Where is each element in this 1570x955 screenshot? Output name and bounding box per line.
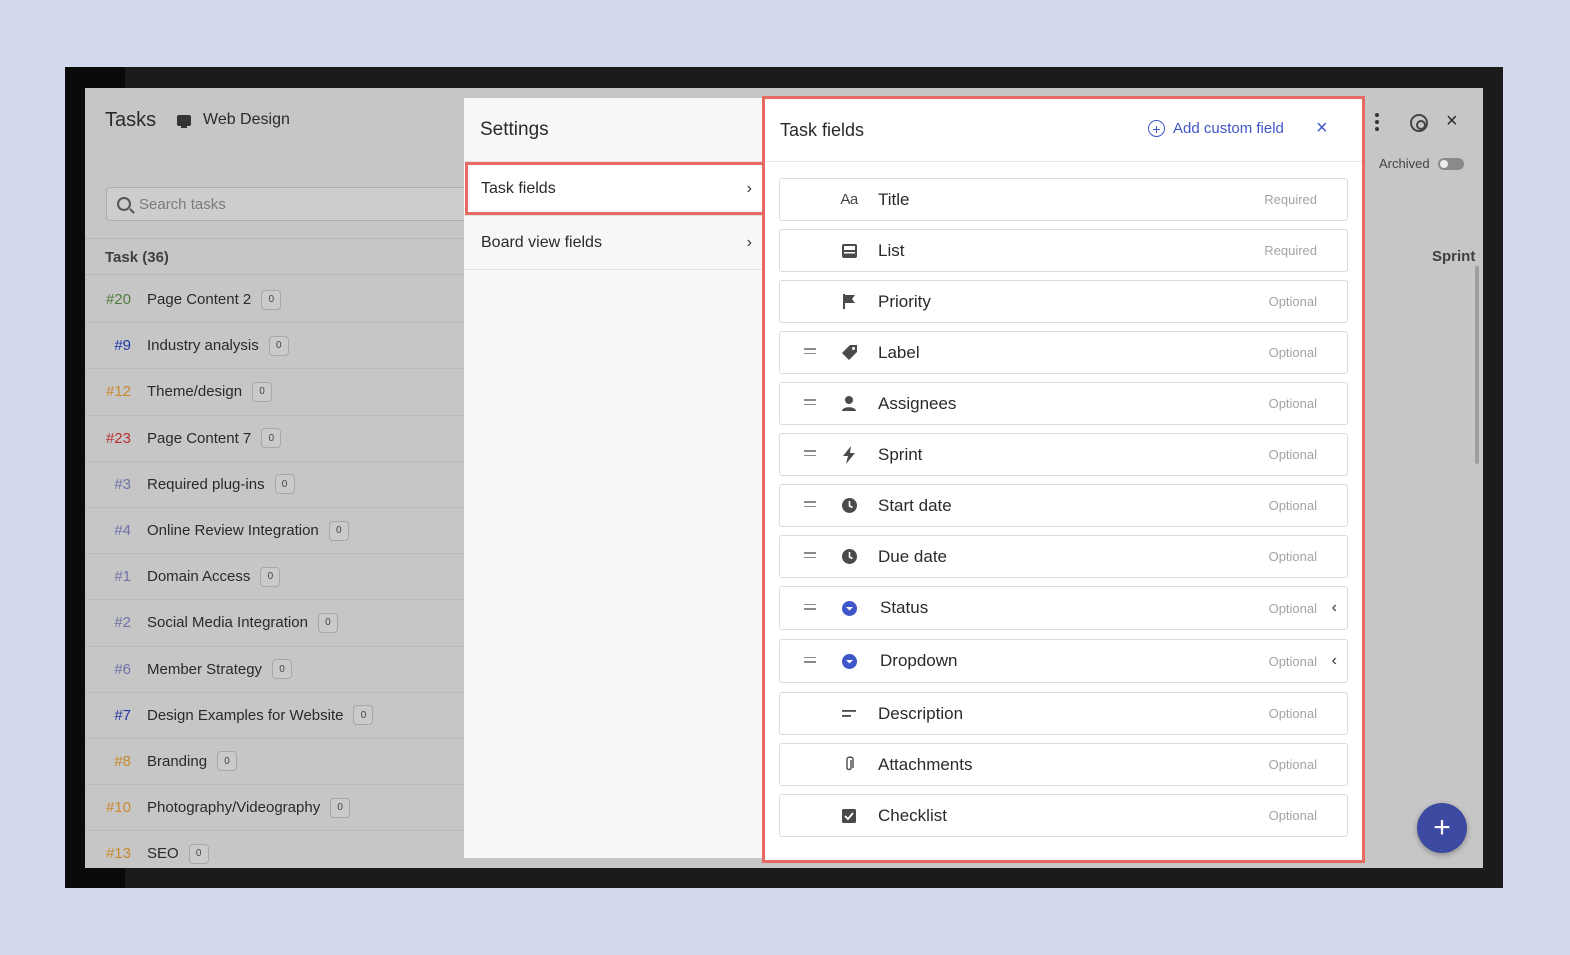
task-name: Member Strategy bbox=[147, 660, 263, 678]
task-row[interactable]: #10 Photography/Videography 0 bbox=[85, 785, 465, 832]
archived-toggle[interactable]: Archived bbox=[1379, 156, 1464, 171]
app-title: Tasks bbox=[105, 109, 157, 131]
project-name: Web Design bbox=[203, 111, 290, 128]
task-row[interactable]: #1 Domain Access 0 bbox=[85, 554, 465, 601]
task-name: Online Review Integration bbox=[147, 522, 319, 540]
settings-title: Settings bbox=[480, 119, 549, 140]
gear-icon[interactable] bbox=[1410, 114, 1428, 132]
monitor-icon bbox=[177, 114, 191, 128]
comment-count-badge: 0 bbox=[274, 474, 295, 495]
task-name: Page Content 7 bbox=[147, 429, 252, 447]
project-selector[interactable]: Web Design bbox=[177, 111, 290, 129]
highlight-panel bbox=[762, 96, 1365, 863]
task-number: #8 bbox=[114, 752, 131, 770]
task-row[interactable]: #12 Theme/design 0 bbox=[85, 369, 465, 416]
task-name: Branding bbox=[147, 752, 208, 770]
comment-count-badge: 0 bbox=[317, 612, 338, 633]
task-number: #3 bbox=[114, 475, 131, 493]
chevron-right-icon: › bbox=[746, 233, 752, 251]
toggle-switch[interactable] bbox=[1437, 157, 1464, 170]
comment-count-badge: 0 bbox=[353, 705, 374, 726]
task-name: SEO bbox=[147, 845, 179, 863]
settings-item-board-view-fields[interactable]: Board view fields › bbox=[464, 216, 764, 270]
task-number: #1 bbox=[114, 568, 131, 586]
task-row[interactable]: #3 Required plug-ins 0 bbox=[85, 462, 465, 508]
settings-item-label: Board view fields bbox=[481, 233, 602, 251]
task-count-header: Task (36) bbox=[105, 249, 169, 266]
task-number: #23 bbox=[105, 429, 131, 447]
task-row[interactable]: #23 Page Content 7 0 bbox=[85, 416, 465, 462]
comment-count-badge: 0 bbox=[188, 843, 209, 864]
search-icon bbox=[117, 197, 131, 211]
task-name: Photography/Videography bbox=[147, 799, 321, 817]
task-name: Required plug-ins bbox=[147, 475, 265, 493]
task-row[interactable]: #2 Social Media Integration 0 bbox=[85, 600, 465, 647]
comment-count-badge: 0 bbox=[217, 751, 238, 772]
column-header-sprint[interactable]: Sprint bbox=[1432, 248, 1475, 265]
comment-count-badge: 0 bbox=[260, 566, 281, 587]
highlight-task-fields bbox=[465, 162, 765, 215]
task-number: #20 bbox=[105, 291, 131, 309]
comment-count-badge: 0 bbox=[268, 335, 289, 356]
task-row[interactable]: #4 Online Review Integration 0 bbox=[85, 508, 465, 555]
add-task-button[interactable]: + bbox=[1417, 803, 1467, 853]
task-row[interactable]: #9 Industry analysis 0 bbox=[85, 323, 465, 370]
task-row[interactable]: #6 Member Strategy 0 bbox=[85, 647, 465, 693]
task-row[interactable]: #20 Page Content 2 0 bbox=[85, 277, 465, 324]
task-name: Social Media Integration bbox=[147, 614, 308, 632]
task-name: Industry analysis bbox=[147, 337, 259, 355]
task-name: Design Examples for Website bbox=[147, 706, 344, 724]
comment-count-badge: 0 bbox=[328, 520, 349, 541]
task-number: #6 bbox=[114, 660, 131, 678]
comment-count-badge: 0 bbox=[272, 659, 293, 680]
task-number: #7 bbox=[114, 706, 131, 724]
task-column-header: Task (36) bbox=[85, 238, 465, 275]
comment-count-badge: 0 bbox=[330, 797, 351, 818]
task-number: #10 bbox=[105, 799, 131, 817]
task-list: #20 Page Content 2 0 #9 Industry analysis 0 #1… bbox=[85, 277, 465, 868]
task-number: #2 bbox=[114, 614, 131, 632]
search-input[interactable] bbox=[139, 195, 439, 213]
task-name: Theme/design bbox=[147, 383, 243, 401]
comment-count-badge: 0 bbox=[261, 428, 282, 449]
task-number: #9 bbox=[114, 337, 131, 355]
task-row[interactable]: #7 Design Examples for Website 0 bbox=[85, 693, 465, 739]
scrollbar[interactable] bbox=[1475, 266, 1479, 464]
archived-label: Archived bbox=[1379, 156, 1430, 171]
more-options-icon[interactable] bbox=[1375, 113, 1379, 134]
task-row[interactable]: #13 SEO 0 bbox=[85, 831, 465, 868]
task-row[interactable]: #8 Branding 0 bbox=[85, 739, 465, 786]
comment-count-badge: 0 bbox=[252, 381, 273, 402]
task-number: #4 bbox=[114, 522, 131, 540]
search-box[interactable] bbox=[106, 187, 476, 221]
task-name: Page Content 2 bbox=[147, 291, 252, 309]
task-number: #12 bbox=[105, 383, 131, 401]
task-number: #13 bbox=[105, 845, 131, 863]
task-name: Domain Access bbox=[147, 568, 251, 586]
comment-count-badge: 0 bbox=[261, 289, 282, 310]
close-icon[interactable]: × bbox=[1446, 110, 1458, 133]
